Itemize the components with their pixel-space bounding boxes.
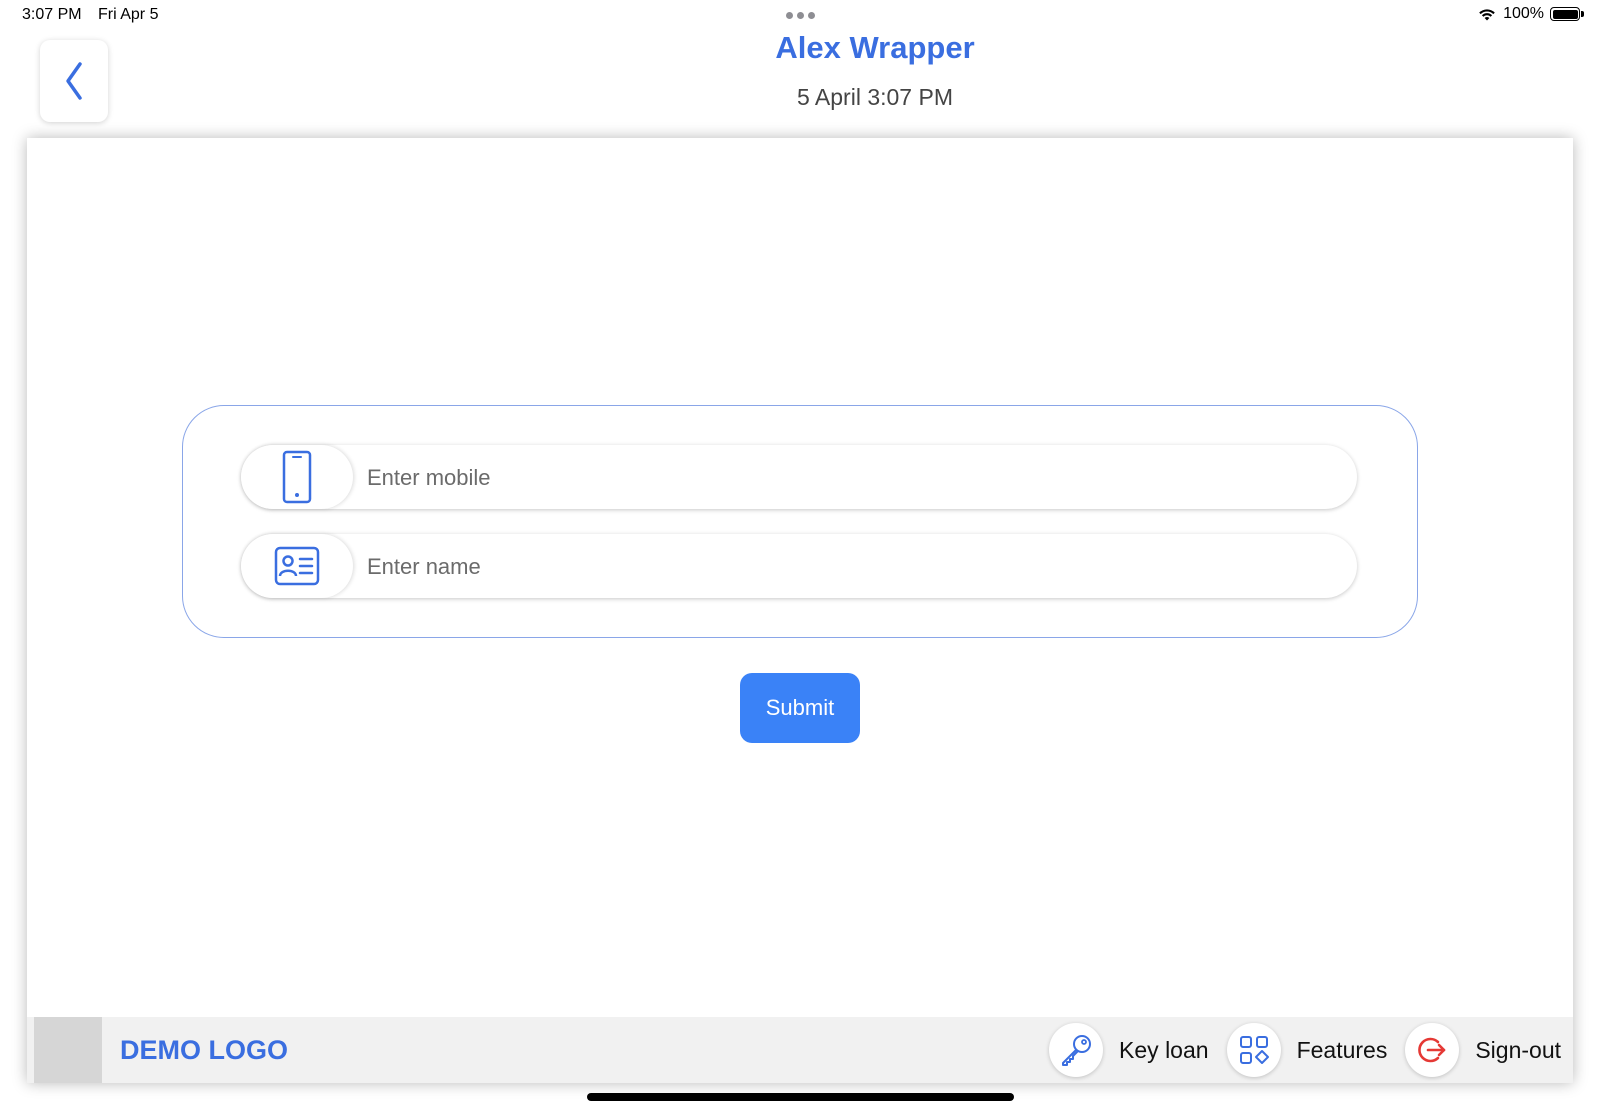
form-card (182, 405, 1418, 638)
footer-nav: Key loan Features Sign-out (1031, 1022, 1561, 1078)
sign-out-icon-button[interactable] (1405, 1023, 1460, 1077)
logo-image (34, 1017, 102, 1083)
mobile-phone-icon (282, 450, 312, 504)
nav-features[interactable]: Features (1226, 1023, 1388, 1077)
id-card-icon (274, 546, 320, 586)
key-icon-button[interactable] (1049, 1023, 1104, 1077)
sign-out-icon (1418, 1037, 1446, 1063)
battery-percent: 100% (1503, 5, 1544, 22)
page-title: Alex Wrapper (775, 30, 975, 65)
status-time: 3:07 PM (22, 6, 82, 23)
page-subtitle: 5 April 3:07 PM (797, 84, 953, 110)
submit-button[interactable]: Submit (740, 673, 860, 743)
status-date: Fri Apr 5 (98, 6, 159, 23)
home-indicator[interactable] (587, 1093, 1014, 1101)
multitasking-dots[interactable] (786, 12, 815, 19)
nav-sign-out[interactable]: Sign-out (1405, 1023, 1561, 1077)
status-right: 100% (1477, 5, 1584, 23)
key-icon (1062, 1035, 1092, 1066)
nav-label-features: Features (1296, 1036, 1388, 1063)
name-icon-cell (241, 534, 353, 598)
nav-label-key-loan: Key loan (1119, 1036, 1209, 1063)
screen: 3:07 PM Fri Apr 5 100% Alex Wrapper 5 Ap… (0, 0, 1600, 1111)
nav-key-loan[interactable]: Key loan (1049, 1023, 1209, 1077)
status-bar: 3:07 PM Fri Apr 5 100% (0, 0, 1600, 34)
main-panel: Submit DEMO LOGO Key loan (27, 138, 1573, 1083)
nav-label-sign-out: Sign-out (1475, 1036, 1561, 1063)
grid-icon (1239, 1036, 1269, 1064)
mobile-icon-cell (241, 445, 353, 509)
grid-icon-button[interactable] (1226, 1023, 1281, 1077)
battery-icon (1550, 7, 1584, 21)
mobile-input-row (241, 445, 1357, 511)
name-input-row (241, 534, 1357, 600)
mobile-input[interactable] (365, 445, 1339, 511)
logo-text: DEMO LOGO (120, 1035, 288, 1065)
name-input[interactable] (365, 534, 1339, 600)
footer-bar: DEMO LOGO Key loan Features Sign-out (27, 1017, 1573, 1083)
wifi-icon (1479, 8, 1495, 20)
